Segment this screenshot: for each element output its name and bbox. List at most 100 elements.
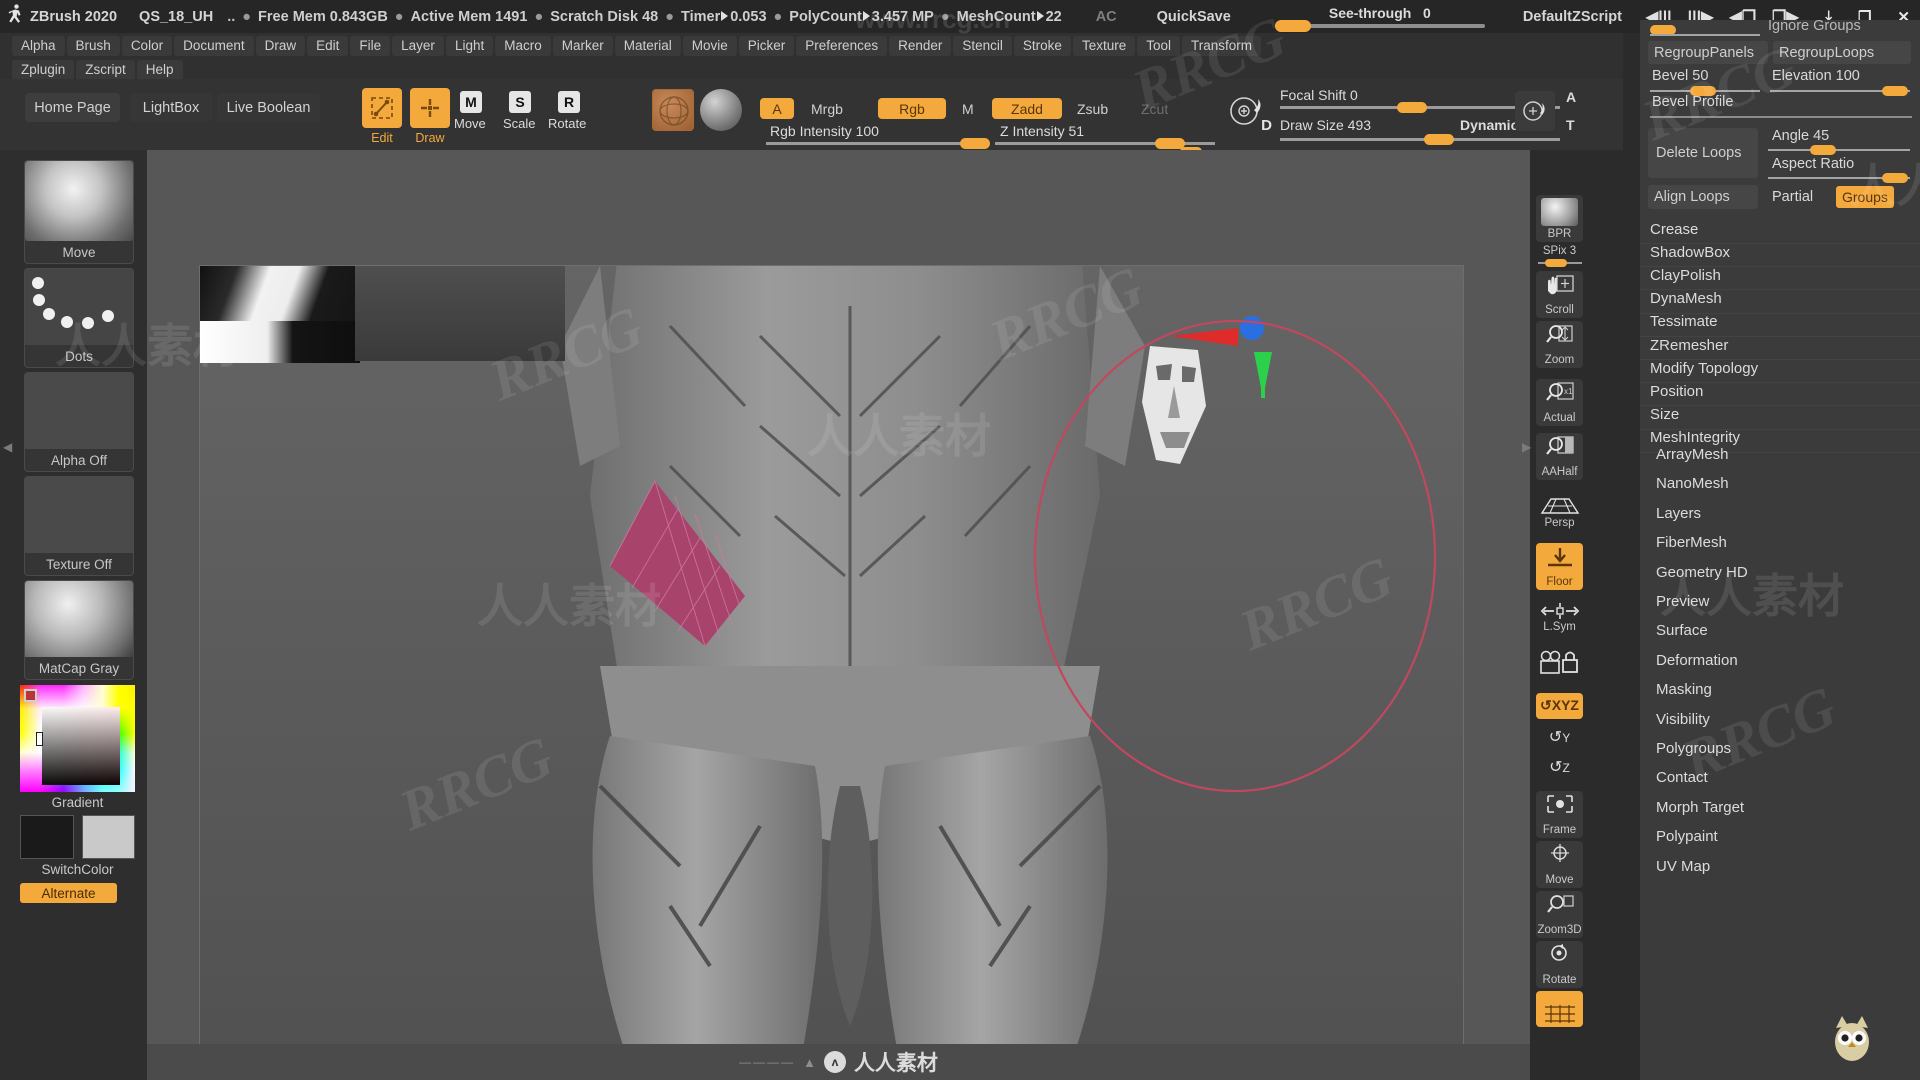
frame-button[interactable]: Frame <box>1536 791 1583 838</box>
menu-item-movie[interactable]: Movie <box>682 36 737 56</box>
edit-mode-button[interactable]: Edit <box>362 88 402 145</box>
gradient-label[interactable]: Gradient <box>20 795 135 810</box>
menu-item-edit[interactable]: Edit <box>307 36 349 56</box>
palette-item-masking[interactable]: Masking <box>1640 675 1920 704</box>
palette-item-preview[interactable]: Preview <box>1640 587 1920 616</box>
elevation-knob[interactable] <box>1882 86 1908 96</box>
see-through-slider[interactable]: See-through 0 <box>1274 5 1485 32</box>
color-picker[interactable] <box>20 685 135 792</box>
alpha-toggle[interactable]: A <box>760 98 794 119</box>
rotate-chip-icon[interactable]: R <box>558 91 580 113</box>
camera-lock-button[interactable] <box>1536 645 1583 679</box>
focal-shift-knob[interactable] <box>1397 102 1427 113</box>
floor-button[interactable]: Floor <box>1536 543 1583 590</box>
palette-item-polypaint[interactable]: Polypaint <box>1640 822 1920 851</box>
switchcolor-button[interactable]: SwitchColor <box>20 862 135 877</box>
palette-item-visibility[interactable]: Visibility <box>1640 705 1920 734</box>
scroll-up-icon[interactable]: ▲ <box>803 1055 816 1070</box>
spix-slider[interactable]: SPix 3 <box>1536 245 1583 267</box>
mrgb-button[interactable]: Mrgb <box>802 98 852 119</box>
menu-item-transform[interactable]: Transform <box>1181 36 1261 56</box>
angle-knob[interactable] <box>1810 145 1836 155</box>
bpr-button[interactable]: BPR <box>1536 195 1583 242</box>
menu-item-texture[interactable]: Texture <box>1072 36 1136 56</box>
move-chip-icon[interactable]: M <box>460 91 482 113</box>
menu-item-brush[interactable]: Brush <box>66 36 120 56</box>
menu-item-preferences[interactable]: Preferences <box>796 36 888 56</box>
menu-item-light[interactable]: Light <box>445 36 494 56</box>
rotate-y-button[interactable]: ↺Y <box>1536 727 1583 747</box>
menu-item-render[interactable]: Render <box>889 36 952 56</box>
menu-item-color[interactable]: Color <box>121 36 173 56</box>
rotate-z-button[interactable]: ↺Z <box>1536 757 1583 777</box>
quicksave-button[interactable]: QuickSave <box>1157 9 1231 25</box>
menu-item-help[interactable]: Help <box>136 60 183 80</box>
menu-item-draw[interactable]: Draw <box>255 36 306 56</box>
menu-item-file[interactable]: File <box>350 36 391 56</box>
color-picker-field[interactable] <box>42 707 120 785</box>
delete-loops-button[interactable]: Delete Loops <box>1648 128 1758 178</box>
zscript-name[interactable]: DefaultZScript <box>1523 9 1622 25</box>
draw-size-track[interactable] <box>1280 138 1560 141</box>
color-picker-value-cursor[interactable] <box>36 732 43 746</box>
lightbox-button[interactable]: LightBox <box>130 93 212 122</box>
scale-chip-icon[interactable]: S <box>509 91 531 113</box>
see-through-track[interactable] <box>1274 20 1485 32</box>
color-picker-marker[interactable] <box>24 689 37 702</box>
palette-item-uv-map[interactable]: UV Map <box>1640 852 1920 881</box>
palette-item-fibermesh[interactable]: FiberMesh <box>1640 528 1920 557</box>
actual-size-button[interactable]: x1 Actual <box>1536 379 1583 426</box>
palette-item-arraymesh[interactable]: ArrayMesh <box>1640 440 1920 469</box>
rgb-button[interactable]: Rgb <box>878 98 946 119</box>
document-canvas[interactable]: RRCG RRCG RRCG RRCG 人人素材 人人素材 <box>147 150 1530 1080</box>
canvas-document[interactable] <box>199 265 1464 1080</box>
spix-knob[interactable] <box>1544 259 1567 267</box>
palette-item-contact[interactable]: Contact <box>1640 763 1920 792</box>
aspect-ratio-knob[interactable] <box>1882 173 1908 183</box>
menu-item-material[interactable]: Material <box>614 36 681 56</box>
meshcount-expand-icon[interactable] <box>1036 10 1044 21</box>
rgb-intensity-track[interactable] <box>766 142 986 145</box>
groups-toggle[interactable]: Groups <box>1836 186 1894 208</box>
rail-expand-handle[interactable]: ▶ <box>1522 440 1531 464</box>
aahalf-button[interactable]: AAHalf <box>1536 433 1583 480</box>
regroup-loops-button[interactable]: RegroupLoops <box>1773 41 1911 64</box>
polyframe-button[interactable] <box>1536 991 1583 1027</box>
menu-item-zplugin[interactable]: Zplugin <box>12 60 75 80</box>
menu-item-marker[interactable]: Marker <box>552 36 613 56</box>
material-sphere-icon[interactable] <box>700 89 742 131</box>
brush-swatch[interactable]: Move <box>24 160 134 264</box>
menu-item-tool[interactable]: Tool <box>1137 36 1180 56</box>
dynamic-brush-icon[interactable]: D <box>1228 91 1272 134</box>
timer-expand-icon[interactable] <box>721 10 729 21</box>
alpha-swatch[interactable]: Alpha Off <box>24 372 134 472</box>
palette-item-layers[interactable]: Layers <box>1640 499 1920 528</box>
palette-item-geometry-hd[interactable]: Geometry HD <box>1640 558 1920 587</box>
menu-item-document[interactable]: Document <box>174 36 254 56</box>
menu-item-zscript[interactable]: Zscript <box>76 60 135 80</box>
draw-size-knob[interactable] <box>1424 134 1454 145</box>
zoom3d-button[interactable]: Zoom3D <box>1536 891 1583 938</box>
home-page-button[interactable]: Home Page <box>25 93 120 122</box>
zcut-button[interactable]: Zcut <box>1132 98 1177 119</box>
primary-color-swatch[interactable] <box>20 815 74 859</box>
rotate-xyz-button[interactable]: ↺XYZ <box>1536 693 1583 719</box>
zoom-button[interactable]: Zoom <box>1536 321 1583 368</box>
palette-item-polygroups[interactable]: Polygroups <box>1640 734 1920 763</box>
bevel-profile-track[interactable] <box>1650 116 1912 118</box>
zsub-button[interactable]: Zsub <box>1068 98 1117 119</box>
scroll-button[interactable]: Scroll <box>1536 271 1583 318</box>
polycount-expand-icon[interactable] <box>862 10 870 21</box>
ignore-groups-track[interactable] <box>1650 34 1760 36</box>
regroup-panels-button[interactable]: RegroupPanels <box>1648 41 1768 64</box>
persp-button[interactable]: Persp <box>1536 491 1583 529</box>
draw-mode-button[interactable]: Draw <box>410 88 450 145</box>
menu-item-picker[interactable]: Picker <box>738 36 795 56</box>
menu-item-alpha[interactable]: Alpha <box>12 36 65 56</box>
palette-item-morph-target[interactable]: Morph Target <box>1640 793 1920 822</box>
secondary-color-swatch[interactable] <box>82 815 135 859</box>
palette-item-deformation[interactable]: Deformation <box>1640 646 1920 675</box>
m-button[interactable]: M <box>953 98 983 119</box>
angle-track[interactable] <box>1768 149 1910 151</box>
see-through-knob[interactable] <box>1274 20 1311 32</box>
